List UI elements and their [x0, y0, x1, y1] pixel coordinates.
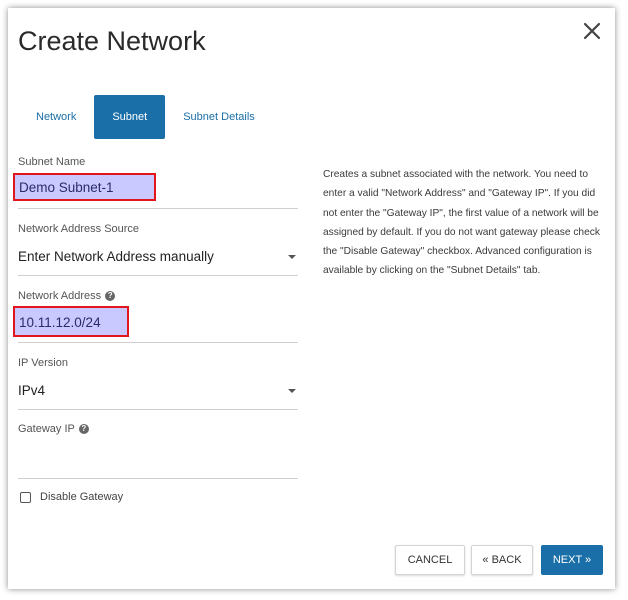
next-button[interactable]: NEXT »	[541, 545, 603, 575]
network-address-source-value: Enter Network Address manually	[18, 249, 214, 264]
close-icon[interactable]	[581, 20, 603, 42]
tab-subnet[interactable]: Subnet	[94, 95, 166, 139]
tab-subnet-details[interactable]: Subnet Details	[165, 95, 273, 139]
caret-down-icon	[288, 389, 296, 393]
question-circle-icon[interactable]: ?	[105, 291, 116, 301]
cancel-button[interactable]: CANCEL	[395, 545, 465, 575]
dialog-title: Create Network	[18, 26, 206, 56]
network-address-value: 10.11.12.0/24	[19, 315, 101, 330]
ip-version-value: IPv4	[18, 383, 46, 398]
ip-version-select[interactable]: IPv4	[18, 375, 298, 410]
gateway-ip-input[interactable]	[18, 441, 298, 479]
gateway-ip-field: Gateway IP ?	[18, 423, 298, 479]
network-address-field: Network Address ? 10.11.12.0/24	[13, 290, 298, 343]
tab-network[interactable]: Network	[18, 95, 94, 139]
subnet-name-input[interactable]: Demo Subnet-1	[13, 173, 298, 209]
help-text: Creates a subnet associated with the net…	[323, 169, 600, 277]
network-address-source-label: Network Address Source	[18, 223, 140, 235]
caret-down-icon	[288, 255, 296, 259]
network-address-source-select[interactable]: Enter Network Address manually	[18, 241, 298, 276]
subnet-name-value: Demo Subnet-1	[19, 180, 114, 195]
gateway-ip-label: Gateway IP ?	[18, 423, 298, 435]
subnet-name-label: Subnet Name	[18, 156, 86, 168]
ip-version-label: IP Version	[18, 357, 68, 369]
create-network-dialog: Create Network Network Subnet Subnet Det…	[8, 8, 615, 589]
subnet-name-field: Subnet Name Demo Subnet-1	[13, 156, 298, 209]
ip-version-field: IP Version IPv4	[18, 357, 298, 410]
tab-bar: Network Subnet Subnet Details	[18, 95, 273, 139]
back-button[interactable]: « BACK	[471, 545, 533, 575]
network-address-input[interactable]: 10.11.12.0/24	[13, 306, 298, 343]
network-address-label: Network Address ?	[18, 290, 298, 302]
network-address-source-field: Network Address Source Enter Network Add…	[18, 223, 298, 276]
disable-gateway-row[interactable]: Disable Gateway	[20, 491, 123, 503]
network-address-highlight: 10.11.12.0/24	[13, 306, 129, 337]
disable-gateway-checkbox[interactable]	[20, 491, 31, 503]
subnet-name-highlight: Demo Subnet-1	[13, 173, 156, 201]
question-circle-icon[interactable]: ?	[78, 424, 89, 434]
disable-gateway-label: Disable Gateway	[40, 491, 124, 503]
